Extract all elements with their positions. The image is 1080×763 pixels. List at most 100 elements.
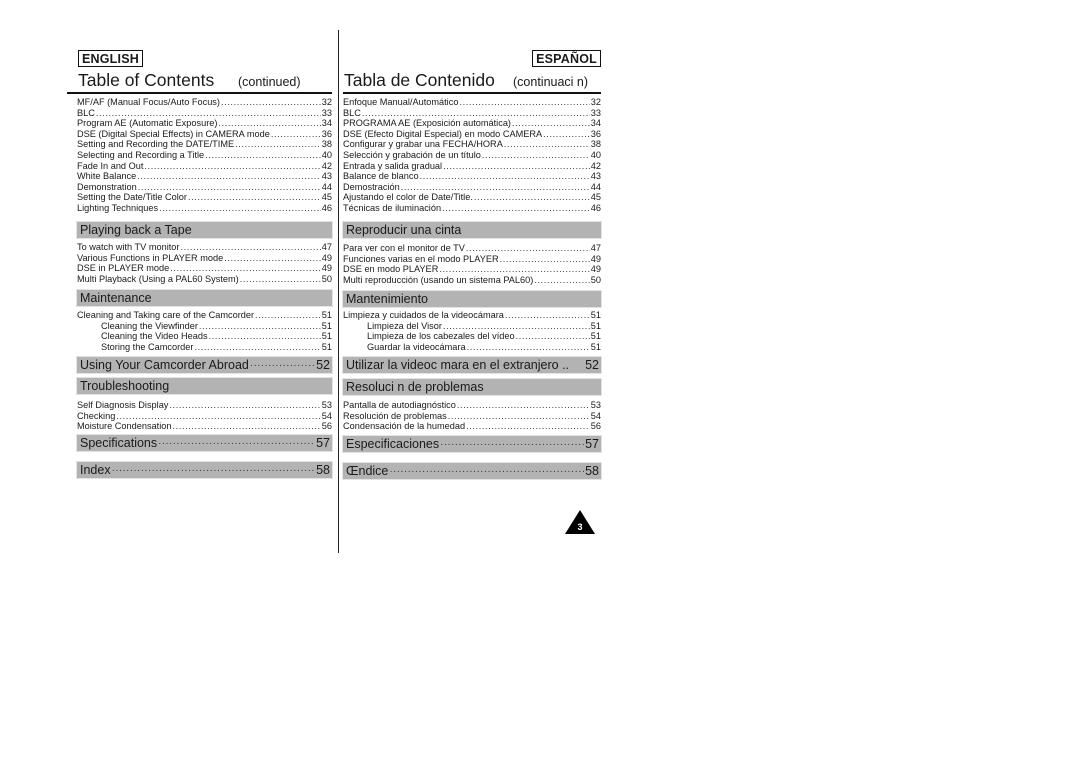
playback-entries: Para ver con el monitor de TV47 Funcione… bbox=[343, 243, 601, 285]
section-heading-index[interactable]: Œndice58 bbox=[343, 463, 601, 479]
toc-entry[interactable]: BLC33 bbox=[343, 108, 601, 119]
toc-entry[interactable]: Selecting and Recording a Title40 bbox=[77, 150, 332, 161]
section-heading-maintenance[interactable]: Mantenimiento bbox=[343, 291, 601, 307]
toc-entry[interactable]: Resolución de problemas54 bbox=[343, 411, 601, 422]
section-heading-abroad[interactable]: Using Your Camcorder Abroad52 bbox=[77, 357, 332, 373]
leader-dots bbox=[218, 118, 320, 129]
toc-entry[interactable]: White Balance43 bbox=[77, 171, 332, 182]
camera-entries: MF/AF (Manual Focus/Auto Focus)32 BLC33 … bbox=[77, 97, 332, 214]
leader-dots bbox=[420, 171, 590, 182]
leader-dots bbox=[199, 321, 321, 332]
toc-entry[interactable]: Entrada y salida gradual42 bbox=[343, 161, 601, 172]
toc-entry[interactable]: DSE (Digital Special Effects) in CAMERA … bbox=[77, 129, 332, 140]
toc-entry[interactable]: Funciones varias en el modo PLAYER49 bbox=[343, 254, 601, 265]
leader-dots bbox=[516, 331, 590, 342]
spanish-title-row: Tabla de Contenido (continuaci n) bbox=[343, 70, 601, 92]
section-heading-troubleshooting[interactable]: Troubleshooting bbox=[77, 378, 332, 394]
column-divider bbox=[338, 30, 339, 553]
toc-entry[interactable]: Setting and Recording the DATE/TIME38 bbox=[77, 139, 332, 150]
section-heading-abroad[interactable]: Utilizar la videoc mara en el extranjero… bbox=[343, 357, 601, 373]
leader-dots bbox=[250, 360, 315, 371]
toc-entry[interactable]: Limpieza y cuidados de la videocámara51 bbox=[343, 310, 601, 321]
leader-dots bbox=[362, 108, 590, 119]
leader-dots bbox=[512, 118, 590, 129]
section-heading-index[interactable]: Index58 bbox=[77, 462, 332, 478]
leader-dots bbox=[180, 242, 320, 253]
toc-entry[interactable]: Cleaning the Video Heads51 bbox=[77, 331, 332, 342]
toc-entry[interactable]: PROGRAMA AE (Exposición automática)34 bbox=[343, 118, 601, 129]
toc-entry[interactable]: Demonstration44 bbox=[77, 182, 332, 193]
section-heading-specifications[interactable]: Specifications57 bbox=[77, 435, 332, 451]
toc-entry[interactable]: Técnicas de iluminación46 bbox=[343, 203, 601, 214]
toc-entry[interactable]: Moisture Condensation56 bbox=[77, 421, 332, 432]
leader-dots bbox=[205, 150, 321, 161]
title-rule bbox=[67, 92, 332, 94]
toc-entry[interactable]: Balance de blanco43 bbox=[343, 171, 601, 182]
toc-entry[interactable]: Self Diagnosis Display53 bbox=[77, 400, 332, 411]
section-heading-specifications[interactable]: Especificaciones57 bbox=[343, 436, 601, 452]
leader-dots bbox=[505, 310, 590, 321]
toc-entry[interactable]: Storing the Camcorder51 bbox=[77, 342, 332, 353]
leader-dots bbox=[169, 400, 320, 411]
leader-dots bbox=[467, 342, 590, 353]
toc-entry[interactable]: Demostración44 bbox=[343, 182, 601, 193]
leader-dots bbox=[138, 182, 321, 193]
toc-entry[interactable]: Guardar la videocámara51 bbox=[343, 342, 601, 353]
toc-entry[interactable]: Limpieza del Visor51 bbox=[343, 321, 601, 332]
toc-entry[interactable]: Multi Playback (Using a PAL60 System)50 bbox=[77, 274, 332, 285]
leader-dots bbox=[116, 411, 320, 422]
leader-dots bbox=[466, 243, 590, 254]
leader-dots bbox=[235, 139, 321, 150]
section-heading-playback[interactable]: Reproducir una cinta bbox=[343, 222, 601, 238]
leader-dots bbox=[504, 139, 590, 150]
maintenance-entries: Cleaning and Taking care of the Camcorde… bbox=[77, 310, 332, 352]
toc-entry[interactable]: Configurar y grabar una FECHA/HORA38 bbox=[343, 139, 601, 150]
toc-entry[interactable]: Fade In and Out42 bbox=[77, 161, 332, 172]
leader-dots bbox=[534, 275, 589, 286]
section-heading-playback[interactable]: Playing back a Tape bbox=[77, 222, 332, 238]
language-badge-spanish: ESPAÑOL bbox=[532, 50, 601, 67]
toc-entry[interactable]: Ajustando el color de Date/Title.45 bbox=[343, 192, 601, 203]
toc-entry[interactable]: Various Functions in PLAYER mode49 bbox=[77, 253, 332, 264]
toc-entry[interactable]: MF/AF (Manual Focus/Auto Focus)32 bbox=[77, 97, 332, 108]
english-title-row: Table of Contents (continued) bbox=[77, 70, 332, 92]
toc-entry[interactable]: DSE in PLAYER mode49 bbox=[77, 263, 332, 274]
toc-entry[interactable]: Pantalla de autodiagnóstico53 bbox=[343, 400, 601, 411]
section-heading-troubleshooting[interactable]: Resoluci n de problemas bbox=[343, 379, 601, 395]
leader-dots bbox=[543, 129, 590, 140]
leader-dots bbox=[112, 465, 316, 476]
toc-entry[interactable]: Cleaning the Viewfinder51 bbox=[77, 321, 332, 332]
page-title: Tabla de Contenido bbox=[344, 70, 495, 90]
leader-dots bbox=[482, 150, 590, 161]
toc-entry[interactable]: Limpieza de los cabezales del vídeo51 bbox=[343, 331, 601, 342]
leader-dots bbox=[172, 421, 320, 432]
leader-dots bbox=[158, 438, 315, 449]
leader-dots bbox=[271, 129, 321, 140]
leader-dots bbox=[443, 321, 590, 332]
troubleshooting-entries: Self Diagnosis Display53 Checking54 Mois… bbox=[77, 400, 332, 432]
toc-entry[interactable]: To watch with TV monitor47 bbox=[77, 242, 332, 253]
toc-entry[interactable]: Para ver con el monitor de TV47 bbox=[343, 243, 601, 254]
language-badge-english: ENGLISH bbox=[78, 50, 143, 67]
toc-entry[interactable]: Program AE (Automatic Exposure)34 bbox=[77, 118, 332, 129]
section-heading-maintenance[interactable]: Maintenance bbox=[77, 290, 332, 306]
playback-entries: To watch with TV monitor47 Various Funct… bbox=[77, 242, 332, 284]
leader-dots bbox=[439, 264, 589, 275]
leader-dots bbox=[457, 400, 590, 411]
toc-entry[interactable]: Enfoque Manual/Automático32 bbox=[343, 97, 601, 108]
leader-dots bbox=[240, 274, 321, 285]
toc-entry[interactable]: Multi reproducción (usando un sistema PA… bbox=[343, 275, 601, 286]
toc-entry[interactable]: Selección y grabación de un título40 bbox=[343, 150, 601, 161]
toc-entry[interactable]: Condensación de la humedad56 bbox=[343, 421, 601, 432]
toc-entry[interactable]: Lighting Techniques46 bbox=[77, 203, 332, 214]
toc-entry[interactable]: Setting the Date/Title Color45 bbox=[77, 192, 332, 203]
maintenance-entries: Limpieza y cuidados de la videocámara51 … bbox=[343, 310, 601, 352]
toc-entry[interactable]: Cleaning and Taking care of the Camcorde… bbox=[77, 310, 332, 321]
leader-dots bbox=[474, 192, 590, 203]
leader-dots bbox=[170, 263, 321, 274]
toc-entry[interactable]: BLC33 bbox=[77, 108, 332, 119]
toc-entry[interactable]: Checking54 bbox=[77, 411, 332, 422]
toc-entry[interactable]: DSE en modo PLAYER49 bbox=[343, 264, 601, 275]
leader-dots bbox=[194, 342, 320, 353]
toc-entry[interactable]: DSE (Efecto Digital Especial) en modo CA… bbox=[343, 129, 601, 140]
